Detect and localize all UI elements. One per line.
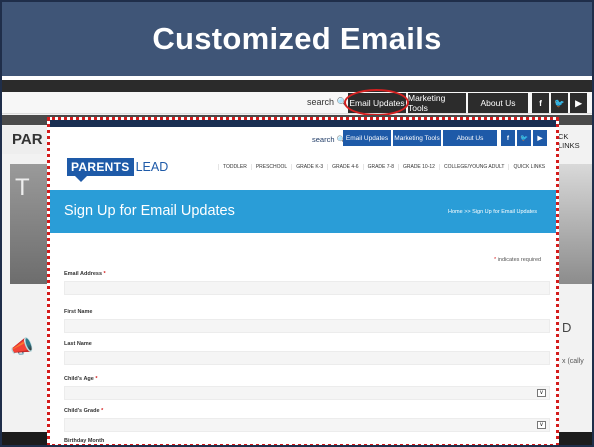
overlay-marketing-tools-button[interactable]: Marketing Tools [393,130,441,146]
logo-lead-text: LEAD [135,160,169,174]
childs-age-label: Child's Age * [64,376,98,382]
nav-grade-4-6[interactable]: GRADE 4-6 [327,164,362,170]
logo-box-text: PARENTS [67,158,134,176]
bg-hero-image-right [558,164,592,284]
first-name-field[interactable] [64,319,550,333]
parents-lead-logo[interactable]: PARENTS LEAD [67,158,168,176]
bg-about-us-button[interactable]: About Us [468,93,528,113]
bg-top-strip [2,80,592,92]
childs-age-select[interactable]: ∨ [64,386,550,400]
page-title: Sign Up for Email Updates [64,203,235,219]
nav-grade-10-12[interactable]: GRADE 10-12 [397,164,439,170]
nav-quick-links[interactable]: QUICK LINKS [508,164,549,170]
overlay-about-us-button[interactable]: About Us [443,130,497,146]
twitter-icon[interactable]: 🐦 [551,93,568,113]
email-address-field[interactable] [64,281,550,295]
slide-title-bar: Customized Emails [2,2,592,76]
bg-marketing-tools-button[interactable]: Marketing Tools [408,93,466,113]
bg-hero-image-left: T [10,164,50,284]
facebook-icon[interactable]: f [532,93,549,113]
email-address-label: Email Address * [64,271,106,277]
childs-grade-select[interactable]: ∨ [64,418,550,432]
first-name-label: First Name [64,309,93,315]
nav-toddler[interactable]: TODDLER [218,164,251,170]
last-name-label: Last Name [64,341,92,347]
childs-grade-label: Child's Grade * [64,408,104,414]
required-note: * indicates required [494,257,542,263]
bg-right-heading-partial: D [562,320,572,335]
slide: Customized Emails search 🔍 Email Updates… [0,0,594,447]
youtube-icon[interactable]: ▶ [533,130,547,146]
twitter-icon[interactable]: 🐦 [517,130,531,146]
youtube-icon[interactable]: ▶ [570,93,587,113]
bg-brand-partial: PAR [2,126,50,154]
overlay-search-link[interactable]: search 🔍 [312,135,346,144]
overlay-top-strip [50,120,556,127]
megaphone-icon: 📣 [10,337,34,358]
slide-title: Customized Emails [152,21,442,56]
breadcrumb[interactable]: Home >> Sign Up for Email Updates [448,209,537,215]
nav-grade-k-3[interactable]: GRADE K-3 [291,164,327,170]
email-updates-highlight-circle [344,89,409,116]
chevron-down-icon: ∨ [537,421,546,429]
bg-quick-links[interactable]: CK LINKS [558,132,592,150]
bg-right-text-partial: x (cally [562,358,584,365]
bg-search-link[interactable]: search 🔍 [307,97,348,108]
nav-preschool[interactable]: PRESCHOOL [250,164,291,170]
chevron-down-icon: ∨ [537,389,546,397]
nav-grade-7-8[interactable]: GRADE 7-8 [362,164,398,170]
grade-nav: TODDLER PRESCHOOL GRADE K-3 GRADE 4-6 GR… [218,164,549,170]
last-name-field[interactable] [64,351,550,365]
email-signup-overlay: search 🔍 Email Updates Marketing Tools A… [47,117,559,445]
overlay-email-updates-button[interactable]: Email Updates [343,130,391,146]
nav-college-young-adult[interactable]: COLLEGE/YOUNG ADULT [438,164,508,170]
facebook-icon[interactable]: f [501,130,515,146]
logo-tail [75,176,87,182]
birthday-month-label: Birthday Month [64,438,105,444]
